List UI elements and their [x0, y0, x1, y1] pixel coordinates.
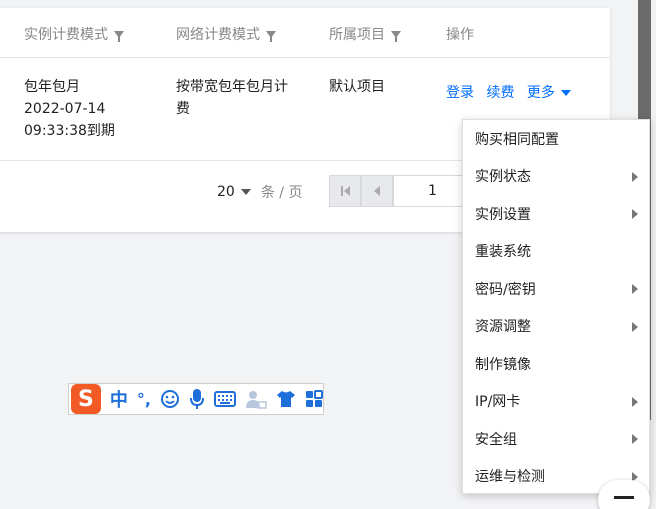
ime-toolbar: S 中 °, [68, 383, 324, 415]
menu-item-label: IP/网卡 [475, 394, 521, 411]
menu-item-label: 制作镜像 [475, 356, 531, 373]
filter-icon[interactable] [391, 30, 401, 42]
chevron-right-icon [632, 321, 638, 332]
minus-icon [614, 496, 634, 499]
menu-item-ip-nic[interactable]: IP/网卡 [463, 383, 649, 421]
chevron-right-icon [632, 396, 638, 407]
menu-item-instance-status[interactable]: 实例状态 [463, 158, 649, 196]
sogou-logo-icon[interactable]: S [71, 384, 101, 414]
renew-link[interactable]: 续费 [486, 85, 514, 101]
page-size-value: 20 [217, 184, 235, 200]
menu-item-create-image[interactable]: 制作镜像 [463, 345, 649, 383]
page-size-select[interactable]: 20 条 / 页 [217, 182, 302, 202]
more-dropdown-button[interactable]: 更多 [527, 85, 571, 101]
grid-apps-icon[interactable] [305, 390, 323, 408]
project-cell: 默认项目 [329, 76, 385, 98]
project-value: 默认项目 [329, 79, 385, 95]
billing-mode-cell: 包年包月 2022-07-14 09:33:38到期 [24, 76, 115, 142]
menu-item-label: 实例设置 [475, 206, 531, 223]
caret-down-icon [240, 189, 251, 195]
menu-item-security-group[interactable]: 安全组 [463, 420, 649, 458]
skin-shirt-icon[interactable] [276, 390, 296, 408]
chevron-right-icon [632, 209, 638, 219]
floating-menu-button[interactable] [598, 480, 650, 509]
keyboard-icon[interactable] [214, 391, 236, 407]
column-header-billing-mode[interactable]: 实例计费模式 [24, 24, 124, 44]
more-actions-menu: 购买相同配置 实例状态 实例设置 重装系统 密码/密钥 资源调整 制作镜像 IP… [462, 119, 650, 494]
column-label: 操作 [446, 27, 474, 43]
menu-item-label: 安全组 [475, 431, 517, 448]
menu-item-label: 密码/密钥 [475, 281, 536, 298]
login-link[interactable]: 登录 [446, 85, 474, 101]
column-label: 所属项目 [329, 27, 385, 43]
menu-item-label: 购买相同配置 [475, 131, 559, 148]
actions-cell: 登录 续费 更多 [446, 82, 571, 104]
microphone-icon[interactable] [189, 388, 205, 410]
menu-item-instance-settings[interactable]: 实例设置 [463, 195, 649, 233]
table-header: 实例计费模式 网络计费模式 所属项目 操作 [0, 8, 610, 58]
expiry-date: 2022-07-14 [24, 101, 106, 117]
billing-mode-value: 包年包月 [24, 79, 80, 95]
column-header-project[interactable]: 所属项目 [329, 24, 401, 44]
network-billing-cell: 按带宽包年包月计 费 [176, 76, 288, 120]
menu-item-label: 实例状态 [475, 169, 531, 186]
expiry-time: 09:33:38到期 [24, 123, 115, 139]
ime-mode-toggle[interactable]: 中 [110, 386, 128, 412]
first-page-button[interactable] [329, 175, 361, 207]
more-label: 更多 [526, 85, 555, 101]
first-page-arrow-icon [343, 186, 350, 196]
chevron-right-icon [632, 171, 638, 182]
menu-item-label: 重装系统 [475, 244, 531, 261]
prev-page-icon [374, 186, 380, 196]
first-page-icon [340, 186, 343, 196]
filter-icon[interactable] [114, 30, 124, 42]
column-header-network-billing[interactable]: 网络计费模式 [176, 24, 276, 44]
punctuation-toggle[interactable]: °, [137, 390, 151, 409]
network-billing-line: 按带宽包年包月计 [176, 79, 288, 95]
user-tools-icon[interactable] [245, 389, 267, 409]
menu-item-buy-same-config[interactable]: 购买相同配置 [463, 120, 649, 158]
menu-item-label: 运维与检测 [475, 469, 545, 486]
menu-item-reinstall-system[interactable]: 重装系统 [463, 233, 649, 271]
filter-icon[interactable] [266, 30, 276, 42]
menu-item-label: 资源调整 [475, 319, 531, 336]
chevron-right-icon [632, 284, 638, 294]
prev-page-button[interactable] [361, 175, 393, 207]
column-header-actions: 操作 [446, 24, 474, 44]
page-size-unit: 条 / 页 [260, 185, 303, 201]
column-label: 网络计费模式 [176, 27, 260, 43]
emoji-icon[interactable] [160, 389, 180, 409]
current-page-value: 1 [428, 183, 437, 199]
column-label: 实例计费模式 [24, 27, 108, 43]
network-billing-line: 费 [176, 101, 190, 117]
menu-item-resource-adjust[interactable]: 资源调整 [463, 308, 649, 346]
menu-item-password-key[interactable]: 密码/密钥 [463, 270, 649, 308]
caret-down-icon [560, 90, 571, 96]
chevron-right-icon [632, 434, 638, 444]
